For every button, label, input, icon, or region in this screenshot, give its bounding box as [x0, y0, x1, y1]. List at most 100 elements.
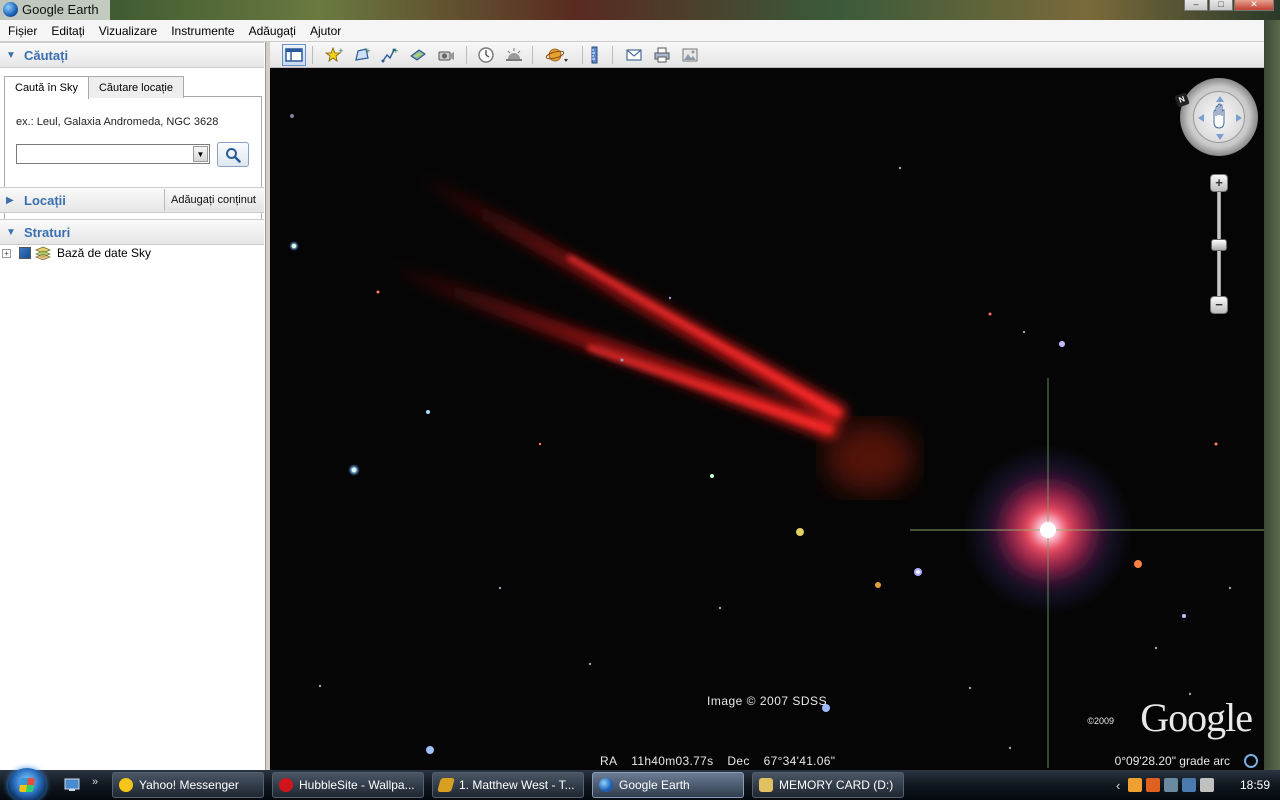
layers-section-header[interactable]: ▼ Straturi [0, 219, 264, 245]
expand-triangle-icon: ▶ [6, 194, 14, 206]
minimize-button[interactable]: – [1184, 0, 1208, 11]
tray-expand-arrow[interactable]: ‹ [1116, 778, 1120, 793]
menu-bar: Fișier Editați Vizualizare Instrumente A… [0, 20, 1264, 42]
printer-icon [654, 47, 670, 63]
add-path-button[interactable]: + [378, 44, 402, 66]
image-overlay-icon [410, 49, 426, 61]
clock[interactable]: 18:59 [1240, 778, 1270, 792]
google-earth-icon [599, 778, 613, 792]
sunrise-icon [506, 48, 522, 61]
sunlight-button[interactable] [502, 44, 526, 66]
print-button[interactable] [650, 44, 674, 66]
coordinates-readout: RA 11h40m03.77s Dec 67°34'41.06" [600, 754, 849, 768]
network-icon[interactable] [1182, 778, 1197, 792]
switch-planets-button[interactable] [542, 44, 572, 66]
tab-search-location[interactable]: Căutare locație [87, 76, 184, 98]
email-button[interactable] [622, 44, 646, 66]
menu-add[interactable]: Adăugați [241, 24, 302, 38]
windows-logo-icon [19, 778, 35, 792]
dec-label: Dec [727, 754, 750, 768]
task-label: Yahoo! Messenger [139, 778, 239, 792]
streaming-status-icon [1244, 754, 1258, 768]
imagery-credit: Image © 2007 SDSS [707, 694, 828, 708]
sky-map-view[interactable]: Image © 2007 SDSS ©2009 Google RA 11h40m0… [270, 68, 1264, 770]
volume-icon[interactable] [1200, 778, 1215, 792]
logo-copyright: ©2009 [1087, 716, 1114, 726]
layers-icon [35, 246, 51, 260]
places-section-title: Locații [24, 192, 66, 208]
collapse-triangle-icon: ▼ [6, 226, 16, 238]
north-indicator[interactable]: N [1174, 92, 1190, 108]
task-winamp[interactable]: 1. Matthew West - T... [432, 772, 584, 798]
add-image-overlay-button[interactable] [406, 44, 430, 66]
image-icon [682, 48, 698, 62]
add-polygon-button[interactable]: + [350, 44, 374, 66]
tray-app-icon[interactable] [1128, 778, 1143, 792]
clock-icon [478, 47, 494, 63]
window-controls: – □ ✕ [1184, 0, 1274, 11]
task-hubblesite[interactable]: HubbleSite - Wallpa... [272, 772, 424, 798]
save-image-button[interactable] [678, 44, 702, 66]
close-button[interactable]: ✕ [1234, 0, 1274, 11]
zoom-thumb[interactable] [1211, 239, 1227, 251]
maximize-button[interactable]: □ [1209, 0, 1233, 11]
opera-icon [279, 778, 293, 792]
ra-value: 11h40m03.77s [631, 754, 714, 768]
tab-search-sky[interactable]: Caută în Sky [4, 76, 89, 99]
zoom-in-button[interactable]: + [1210, 174, 1228, 192]
zoom-out-button[interactable]: − [1210, 296, 1228, 314]
layer-item-sky-database[interactable]: + Bază de date Sky [2, 245, 151, 261]
search-input[interactable]: ▼ [16, 144, 210, 164]
dropdown-arrow-icon[interactable]: ▼ [193, 146, 208, 162]
places-section-header[interactable]: ▶ Locații Adăugați conținut [0, 187, 264, 213]
menu-file[interactable]: Fișier [0, 24, 43, 38]
title-bar: Google Earth – □ ✕ [0, 0, 1280, 20]
toolbar-separator [532, 46, 533, 64]
pan-control[interactable] [1193, 91, 1245, 143]
placemark-icon: + [325, 46, 343, 62]
ruler-button[interactable] [582, 44, 606, 66]
svg-text:+: + [393, 47, 399, 55]
layer-checkbox[interactable] [19, 247, 31, 259]
quicklaunch-more[interactable]: » [92, 776, 98, 794]
layer-label: Bază de date Sky [57, 246, 152, 260]
navigation-control[interactable]: N [1174, 78, 1258, 156]
yahoo-smiley-icon [119, 778, 133, 792]
menu-tools[interactable]: Instrumente [163, 24, 240, 38]
ruler-icon [591, 46, 598, 64]
tray-app-icon[interactable] [1146, 778, 1161, 792]
record-tour-button[interactable] [434, 44, 458, 66]
tray-safely-remove-icon[interactable] [1164, 778, 1179, 792]
winamp-icon [437, 778, 455, 792]
menu-view[interactable]: Vizualizare [91, 24, 163, 38]
path-icon: + [381, 47, 399, 63]
add-content-button[interactable]: Adăugați conținut [163, 189, 262, 211]
task-google-earth[interactable]: Google Earth [592, 772, 744, 798]
search-section-title: Căutați [24, 47, 69, 63]
ra-label: RA [600, 754, 618, 768]
add-placemark-button[interactable]: + [322, 44, 346, 66]
task-yahoo-messenger[interactable]: Yahoo! Messenger [112, 772, 264, 798]
magnifier-icon [226, 147, 241, 163]
search-button[interactable] [217, 142, 249, 167]
show-desktop-icon[interactable] [64, 778, 80, 792]
menu-help[interactable]: Ajutor [302, 24, 347, 38]
search-section-header[interactable]: ▼ Căutați [0, 42, 264, 68]
dec-value: 67°34'41.06" [763, 754, 836, 768]
task-label: 1. Matthew West - T... [459, 778, 575, 792]
taskbar: » Yahoo! Messenger HubbleSite - Wallpa..… [0, 768, 1280, 800]
collapse-triangle-icon: ▼ [6, 49, 16, 61]
planet-icon [545, 48, 568, 62]
menu-edit[interactable]: Editați [43, 24, 90, 38]
svg-text:+: + [365, 47, 371, 55]
zoom-slider[interactable]: + − [1210, 174, 1228, 318]
scale-readout: 0°09'28.20" grade arc [1114, 754, 1230, 768]
historical-imagery-button[interactable] [474, 44, 498, 66]
sidebar-toggle-button[interactable] [282, 44, 306, 66]
start-button[interactable] [8, 768, 46, 800]
task-memory-card[interactable]: MEMORY CARD (D:) [752, 772, 904, 798]
tree-expand-icon[interactable]: + [2, 248, 11, 258]
toolbar-separator [312, 46, 313, 64]
sidebar-icon [285, 48, 303, 62]
toolbar-separator [612, 46, 613, 64]
